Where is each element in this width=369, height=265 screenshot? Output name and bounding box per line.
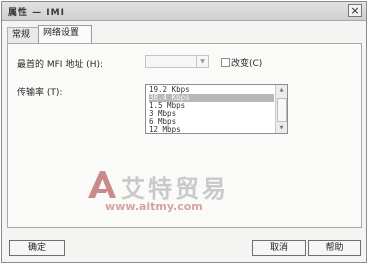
watermark-text: 艾特贸易 bbox=[121, 174, 229, 203]
listbox-scrollbar[interactable]: ▲ ▼ bbox=[275, 85, 287, 133]
help-button[interactable]: 帮助 bbox=[308, 240, 361, 256]
tab-general[interactable]: 常规 bbox=[7, 27, 39, 43]
chevron-down-icon: ▼ bbox=[200, 58, 205, 65]
dropdown-button[interactable]: ▼ bbox=[196, 56, 208, 67]
change-checkbox-label: 改变(C) bbox=[231, 59, 263, 69]
cancel-button[interactable]: 取消 bbox=[252, 240, 306, 256]
mac-address-label: 最首的 MFI 地址 (H): bbox=[17, 60, 104, 70]
change-checkbox[interactable] bbox=[221, 58, 230, 67]
watermark-logo-icon bbox=[88, 171, 116, 198]
properties-dialog: 属性 — IMI × 常规 网络设置 最首的 MFI 地址 (H): ▼ 改变(… bbox=[1, 1, 367, 263]
close-button[interactable]: × bbox=[348, 4, 362, 17]
transfer-rate-listbox[interactable]: 19.2 Kbps 38.4 Kbps 1.5 Mbps 3 Mbps 6 Mb… bbox=[145, 84, 288, 134]
scroll-thumb[interactable] bbox=[277, 98, 287, 122]
title-bar: 属性 — IMI × bbox=[2, 2, 366, 21]
watermark-url: www.aitmy.com bbox=[105, 200, 203, 213]
transfer-rate-label: 传输率 (T): bbox=[17, 88, 63, 98]
scroll-up-icon[interactable]: ▲ bbox=[277, 86, 286, 94]
tab-network-settings[interactable]: 网络设置 bbox=[38, 25, 92, 43]
window-title: 属性 — IMI bbox=[8, 8, 65, 18]
scroll-down-icon[interactable]: ▼ bbox=[277, 124, 286, 132]
mac-address-combo[interactable]: ▼ bbox=[145, 55, 209, 68]
close-icon: × bbox=[350, 4, 360, 17]
ok-button[interactable]: 确定 bbox=[9, 240, 65, 256]
list-item[interactable]: 12 Mbps bbox=[149, 126, 274, 134]
